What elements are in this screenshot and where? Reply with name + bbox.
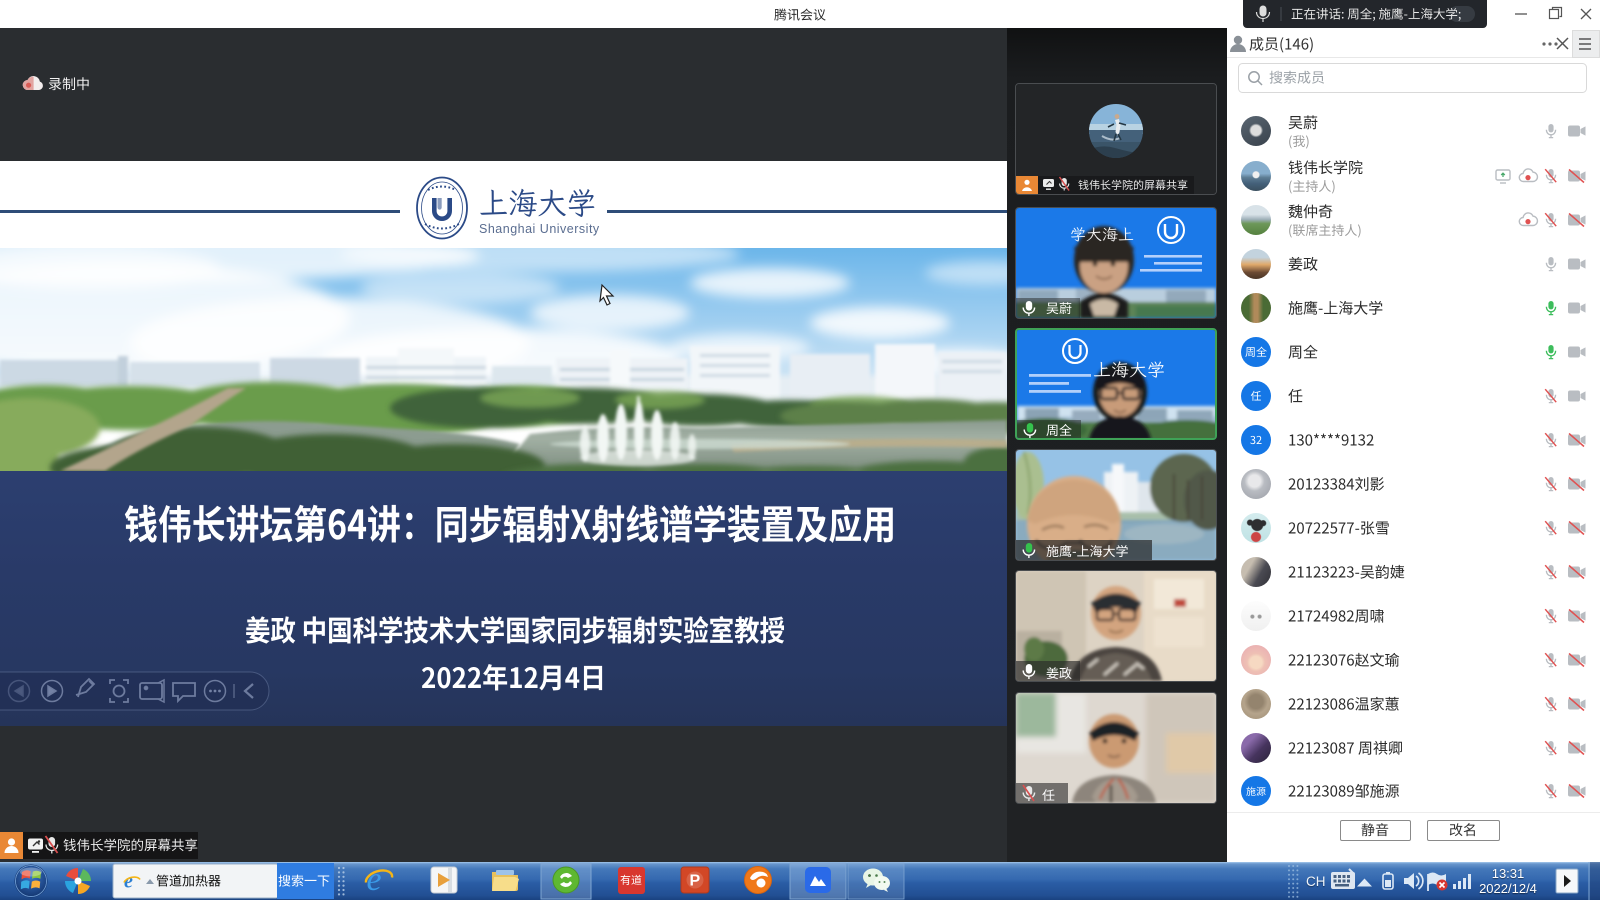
- svg-text:P: P: [690, 873, 701, 890]
- svg-text:e: e: [367, 861, 382, 898]
